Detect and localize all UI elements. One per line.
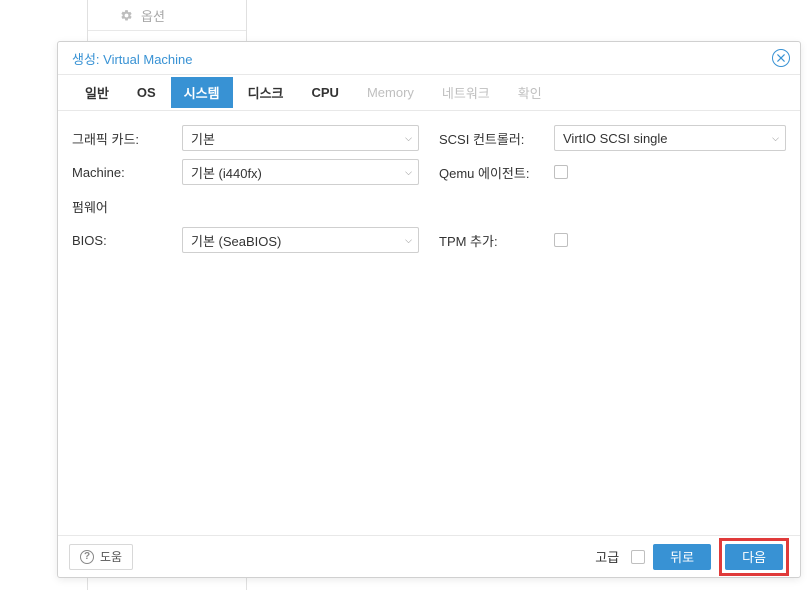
machine-label: Machine:: [72, 165, 182, 180]
close-icon: [777, 54, 785, 62]
chevron-down-icon: ⌵: [405, 167, 412, 178]
tab-confirm: 확인: [505, 77, 555, 108]
chevron-down-icon: ⌵: [405, 133, 412, 144]
field-graphics-card: 그래픽 카드: 기본 ⌵: [72, 125, 419, 151]
left-column: 그래픽 카드: 기본 ⌵ Machine: 기본 (i440fx) ⌵: [72, 125, 419, 521]
bios-label: BIOS:: [72, 233, 182, 248]
spacer-row: [439, 193, 786, 219]
dialog-footer: ? 도움 고급 뒤로 다음: [58, 535, 800, 577]
firmware-label: 펌웨어: [72, 197, 182, 216]
tab-network: 네트워크: [429, 77, 503, 108]
tpm-checkbox[interactable]: [554, 233, 568, 247]
field-bios: BIOS: 기본 (SeaBIOS) ⌵: [72, 227, 419, 253]
create-vm-dialog: 생성: Virtual Machine 일반 OS 시스템 디스크 CPU Me…: [57, 41, 801, 578]
dialog-body: 그래픽 카드: 기본 ⌵ Machine: 기본 (i440fx) ⌵: [58, 111, 800, 535]
field-scsi-controller: SCSI 컨트롤러: VirtIO SCSI single ⌵: [439, 125, 786, 151]
field-tpm: TPM 추가:: [439, 227, 786, 253]
graphics-card-label: 그래픽 카드:: [72, 129, 182, 148]
machine-value: 기본 (i440fx): [191, 163, 262, 182]
tab-system[interactable]: 시스템: [171, 77, 233, 108]
gear-icon: [120, 9, 133, 22]
help-icon: ?: [80, 550, 94, 564]
dialog-title: 생성: Virtual Machine: [72, 49, 193, 68]
dialog-header: 생성: Virtual Machine: [58, 42, 800, 75]
help-button[interactable]: ? 도움: [69, 544, 133, 570]
qemu-agent-checkbox[interactable]: [554, 165, 568, 179]
tab-disk[interactable]: 디스크: [235, 77, 297, 108]
help-label: 도움: [100, 548, 122, 565]
bios-dropdown[interactable]: 기본 (SeaBIOS) ⌵: [182, 227, 419, 253]
next-button-highlight: 다음: [719, 538, 789, 576]
advanced-label: 고급: [595, 547, 619, 566]
advanced-checkbox[interactable]: [631, 550, 645, 564]
chevron-down-icon: ⌵: [772, 133, 779, 144]
scsi-controller-label: SCSI 컨트롤러:: [439, 129, 554, 148]
next-button[interactable]: 다음: [725, 544, 783, 570]
right-column: SCSI 컨트롤러: VirtIO SCSI single ⌵ Qemu 에이전…: [439, 125, 786, 521]
tab-general[interactable]: 일반: [72, 77, 122, 108]
sidebar-item-label: 옵션: [141, 6, 165, 25]
tab-memory: Memory: [354, 79, 427, 106]
graphics-card-value: 기본: [191, 129, 215, 148]
close-button[interactable]: [772, 49, 790, 67]
chevron-down-icon: ⌵: [405, 235, 412, 246]
graphics-card-dropdown[interactable]: 기본 ⌵: [182, 125, 419, 151]
scsi-controller-dropdown[interactable]: VirtIO SCSI single ⌵: [554, 125, 786, 151]
field-machine: Machine: 기본 (i440fx) ⌵: [72, 159, 419, 185]
tpm-label: TPM 추가:: [439, 231, 554, 250]
machine-dropdown[interactable]: 기본 (i440fx) ⌵: [182, 159, 419, 185]
scsi-controller-value: VirtIO SCSI single: [563, 131, 668, 146]
back-button[interactable]: 뒤로: [653, 544, 711, 570]
field-qemu-agent: Qemu 에이전트:: [439, 159, 786, 185]
tab-cpu[interactable]: CPU: [299, 79, 352, 106]
wizard-tabs: 일반 OS 시스템 디스크 CPU Memory 네트워크 확인: [58, 75, 800, 111]
bios-value: 기본 (SeaBIOS): [191, 231, 281, 250]
tab-os[interactable]: OS: [124, 79, 169, 106]
sidebar-item-options[interactable]: 옵션: [88, 0, 246, 31]
field-firmware-heading: 펌웨어: [72, 193, 419, 219]
qemu-agent-label: Qemu 에이전트:: [439, 163, 554, 182]
